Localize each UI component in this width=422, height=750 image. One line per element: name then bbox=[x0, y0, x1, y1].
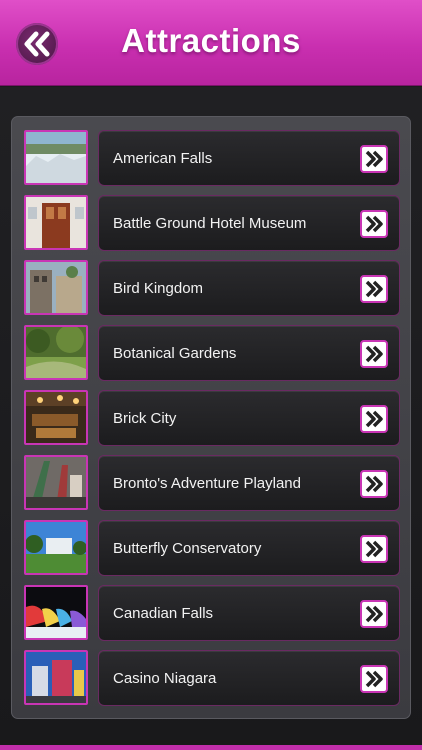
open-attraction-button[interactable] bbox=[360, 340, 388, 368]
open-attraction-button[interactable] bbox=[360, 600, 388, 628]
attraction-thumbnail bbox=[24, 260, 88, 315]
attraction-button[interactable]: Bird Kingdom bbox=[98, 260, 400, 316]
double-chevron-right-icon bbox=[365, 410, 383, 428]
list-item[interactable]: American Falls bbox=[24, 130, 400, 186]
attraction-label: Bronto's Adventure Playland bbox=[113, 475, 301, 492]
open-attraction-button[interactable] bbox=[360, 535, 388, 563]
attraction-thumbnail bbox=[24, 650, 88, 705]
attraction-label: Bird Kingdom bbox=[113, 280, 204, 297]
app-header: Attractions bbox=[0, 0, 422, 86]
open-attraction-button[interactable] bbox=[360, 405, 388, 433]
list-item[interactable]: Botanical Gardens bbox=[24, 325, 400, 381]
open-attraction-button[interactable] bbox=[360, 275, 388, 303]
attraction-thumbnail bbox=[24, 455, 88, 510]
attraction-thumbnail bbox=[24, 130, 88, 185]
attraction-label: Botanical Gardens bbox=[113, 345, 237, 362]
attraction-button[interactable]: Butterfly Conservatory bbox=[98, 520, 400, 576]
list-item[interactable]: Canadian Falls bbox=[24, 585, 400, 641]
attraction-thumbnail bbox=[24, 390, 88, 445]
attraction-button[interactable]: American Falls bbox=[98, 130, 400, 186]
double-chevron-right-icon bbox=[365, 540, 383, 558]
double-chevron-right-icon bbox=[365, 150, 383, 168]
list-item[interactable]: Battle Ground Hotel Museum bbox=[24, 195, 400, 251]
attraction-thumbnail bbox=[24, 195, 88, 250]
double-chevron-right-icon bbox=[365, 475, 383, 493]
attraction-thumbnail bbox=[24, 520, 88, 575]
list-item[interactable]: Butterfly Conservatory bbox=[24, 520, 400, 576]
list-item[interactable]: Casino Niagara bbox=[24, 650, 400, 706]
list-item[interactable]: Bird Kingdom bbox=[24, 260, 400, 316]
attraction-button[interactable]: Brick City bbox=[98, 390, 400, 446]
attraction-thumbnail bbox=[24, 585, 88, 640]
list-item[interactable]: Brick City bbox=[24, 390, 400, 446]
bottom-accent-bar bbox=[0, 745, 422, 750]
attraction-button[interactable]: Bronto's Adventure Playland bbox=[98, 455, 400, 511]
attraction-label: Canadian Falls bbox=[113, 605, 214, 622]
attraction-label: American Falls bbox=[113, 150, 213, 167]
open-attraction-button[interactable] bbox=[360, 145, 388, 173]
double-chevron-right-icon bbox=[365, 215, 383, 233]
open-attraction-button[interactable] bbox=[360, 470, 388, 498]
open-attraction-button[interactable] bbox=[360, 665, 388, 693]
attraction-button[interactable]: Canadian Falls bbox=[98, 585, 400, 641]
double-chevron-right-icon bbox=[365, 345, 383, 363]
open-attraction-button[interactable] bbox=[360, 210, 388, 238]
double-chevron-right-icon bbox=[365, 280, 383, 298]
double-chevron-right-icon bbox=[365, 605, 383, 623]
attraction-label: Casino Niagara bbox=[113, 670, 217, 687]
double-chevron-right-icon bbox=[365, 670, 383, 688]
attraction-label: Butterfly Conservatory bbox=[113, 540, 262, 557]
attraction-thumbnail bbox=[24, 325, 88, 380]
page-title: Attractions bbox=[121, 22, 301, 59]
attraction-button[interactable]: Botanical Gardens bbox=[98, 325, 400, 381]
attraction-label: Brick City bbox=[113, 410, 177, 427]
list-item[interactable]: Bronto's Adventure Playland bbox=[24, 455, 400, 511]
attraction-button[interactable]: Battle Ground Hotel Museum bbox=[98, 195, 400, 251]
attraction-button[interactable]: Casino Niagara bbox=[98, 650, 400, 706]
attraction-label: Battle Ground Hotel Museum bbox=[113, 215, 307, 232]
